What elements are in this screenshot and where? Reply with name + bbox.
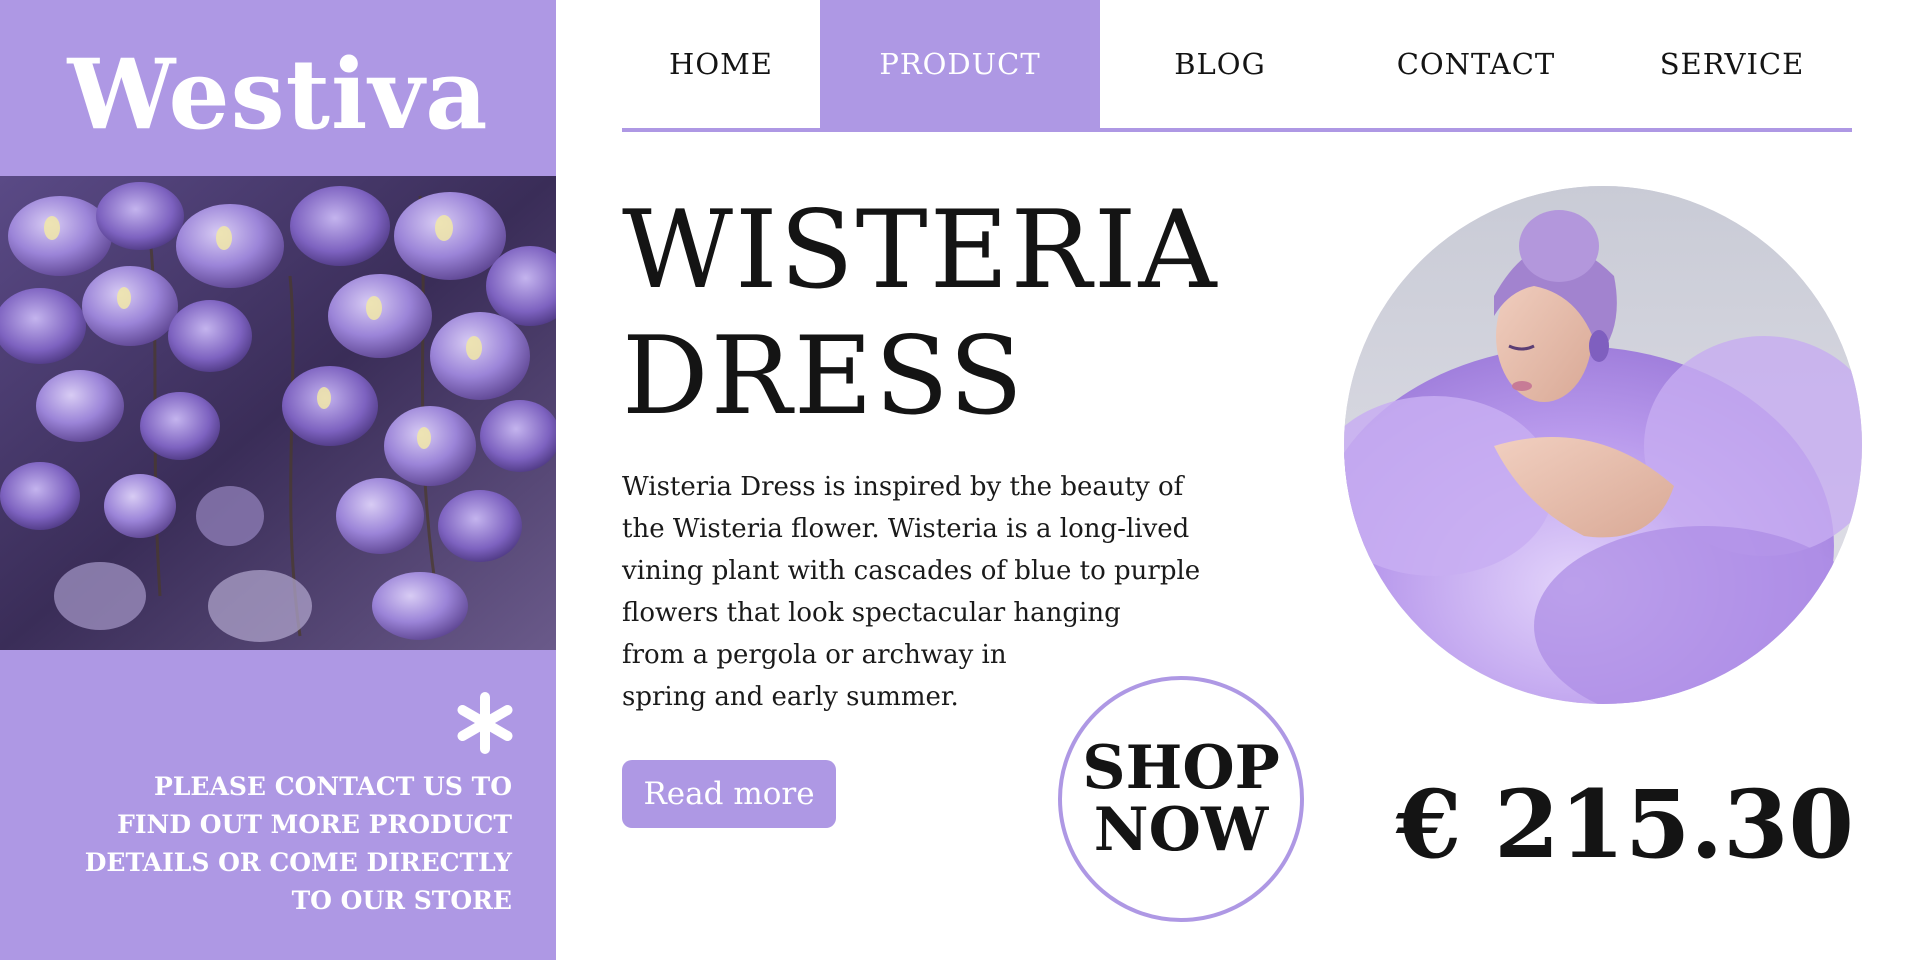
shop-now-line: SHOP [1082,733,1280,803]
description-line: flowers that look spectacular hanging [622,598,1121,628]
wisteria-flower-photo [0,176,556,650]
contact-note-line: TO OUR STORE [291,886,512,915]
contact-note: PLEASE CONTACT US TO FIND OUT MORE PRODU… [52,768,512,920]
nav-item-service[interactable]: SERVICE [1612,0,1852,128]
description-line: Wisteria Dress is inspired by the beauty… [622,472,1184,502]
description-line: vining plant with cascades of blue to pu… [622,556,1201,586]
nav-item-product[interactable]: PRODUCT [820,0,1100,128]
read-more-button[interactable]: Read more [622,760,836,828]
nav-item-home[interactable]: HOME [622,0,820,128]
contact-note-line: FIND OUT MORE PRODUCT [117,810,512,839]
shop-now-button[interactable]: SHOP NOW [1058,676,1304,922]
product-price: € 215.30 [1396,770,1854,880]
product-title-line: DRESS [622,314,1025,439]
model-photo [1344,186,1862,704]
asterisk-icon [450,688,520,758]
page: Westiva PLEASE CONTACT US TO FIND OUT MO… [0,0,1920,960]
product-title-line: WISTERIA [622,188,1219,313]
product-title: WISTERIA DRESS [622,188,1219,440]
shop-now-line: NOW [1093,795,1269,865]
contact-note-line: PLEASE CONTACT US TO [154,772,512,801]
main-nav: HOME PRODUCT BLOG CONTACT SERVICE [622,0,1852,132]
nav-item-contact[interactable]: CONTACT [1340,0,1612,128]
contact-note-line: DETAILS OR COME DIRECTLY [84,848,512,877]
description-line: from a pergola or archway in [622,640,1007,670]
brand-logo[interactable]: Westiva [0,40,556,150]
left-sidebar: Westiva PLEASE CONTACT US TO FIND OUT MO… [0,0,556,960]
nav-item-blog[interactable]: BLOG [1100,0,1340,128]
description-line: the Wisteria flower. Wisteria is a long-… [622,514,1190,544]
